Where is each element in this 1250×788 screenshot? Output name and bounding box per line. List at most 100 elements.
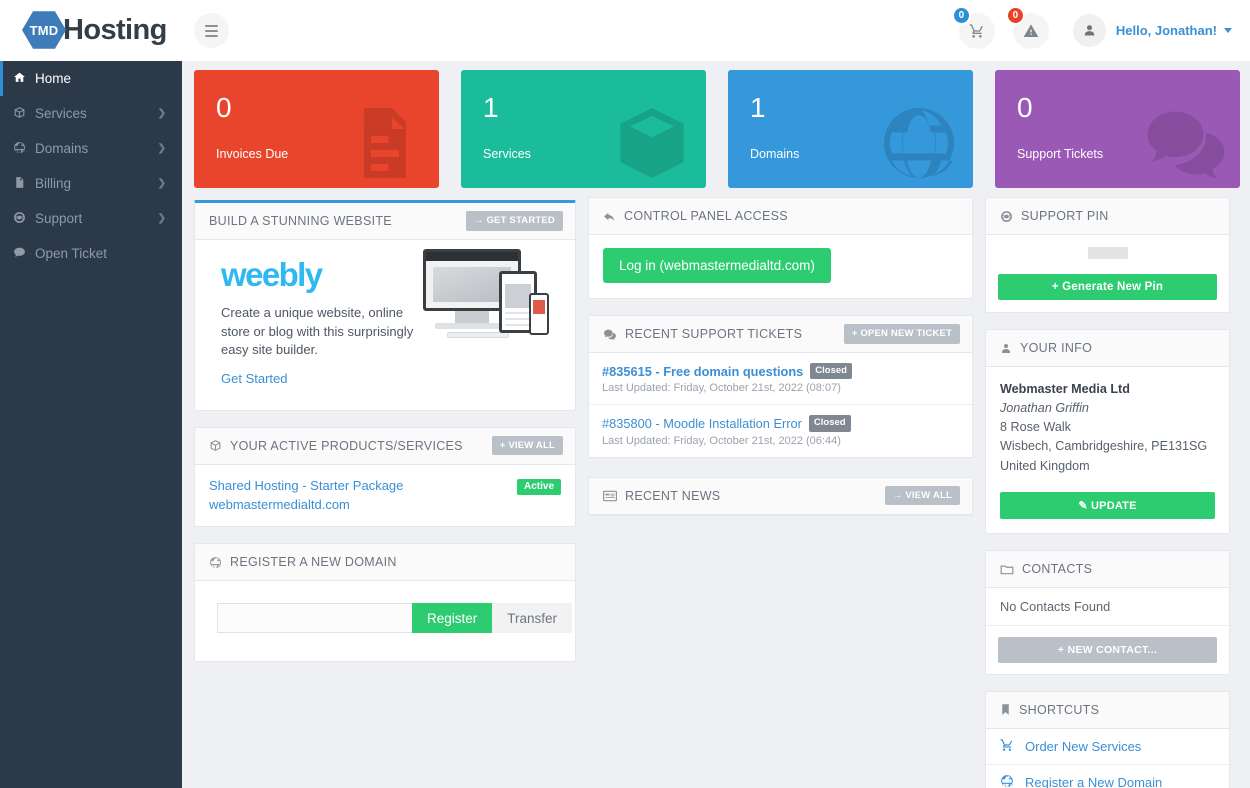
stat-card-invoices-due[interactable]: 0 Invoices Due [194,70,439,188]
support-pin-value [1087,247,1128,259]
contacts-header: CONTACTS [986,550,1229,588]
ticket-row[interactable]: #835615 - Free domain questions Closed Las… [589,353,972,406]
menu-toggle-button[interactable] [194,13,229,48]
bookmark-icon [1002,704,1009,715]
domain-search-input[interactable] [217,603,412,634]
stat-card-support-tickets[interactable]: 0 Support Tickets [995,70,1240,188]
chevron-right-icon: ❯ [157,213,166,224]
stat-card-services[interactable]: 1 Services [461,70,706,188]
sidebar-item-label: Open Ticket [35,245,108,261]
get-started-button[interactable]: → GET STARTED [465,211,563,231]
warning-triangle-icon [1023,23,1039,37]
reply-arrow-icon [604,212,615,221]
devices-illustration [421,249,553,345]
website-builder-panel: BUILD A STUNNING WEBSITE → GET STARTED w… [194,200,576,411]
open-new-ticket-button[interactable]: + OPEN NEW TICKET [843,324,960,344]
info-person: Jonathan Griffin [1000,401,1089,416]
avatar[interactable] [1072,14,1106,47]
sidebar-item-home[interactable]: Home [0,61,182,96]
home-icon [13,71,35,87]
sidebar-item-label: Domains [35,140,89,156]
register-domain-title-text: REGISTER A NEW DOMAIN [230,555,397,570]
user-menu[interactable]: Hello, Jonathan! [1116,23,1232,38]
control-panel-access-title-text: CONTROL PANEL ACCESS [624,209,788,223]
stat-card-domains[interactable]: 1 Domains [728,70,973,188]
sidebar-item-open-ticket[interactable]: Open Ticket [0,236,182,271]
main-content: 0 Invoices Due 1 Services 1 Domains 0 Support T… [182,61,1250,788]
alert-badge: 0 [1005,5,1025,25]
cart-icon [969,23,983,38]
cart-button[interactable]: 0 [951,5,995,49]
stat-label: Invoices Due [216,147,289,161]
brand-logo[interactable]: TMD Hosting [22,9,167,51]
new-contact-button[interactable]: + NEW CONTACT... [998,636,1217,663]
product-name[interactable]: Shared Hosting - Starter Package webmaste… [209,477,403,515]
shortcut-label: Order New Services [1025,738,1142,754]
active-products-panel: YOUR ACTIVE PRODUCTS/SERVICES + VIEW ALL… [194,426,576,528]
view-all-products-button[interactable]: + VIEW ALL [491,435,563,456]
shortcut-register-a-new-domain[interactable]: Register a New Domain [986,765,1229,788]
shortcut-order-new-services[interactable]: Order New Services [986,729,1229,765]
website-builder-header: BUILD A STUNNING WEBSITE → GET STARTED [195,203,575,240]
sidebar-item-support[interactable]: Support ❯ [0,201,182,236]
globe-icon [13,141,35,157]
sidebar-item-label: Support [35,210,83,226]
right-column: SUPPORT PIN + Generate New Pin YOUR INFO… [985,197,1230,788]
product-row[interactable]: Shared Hosting - Starter Package webmaste… [195,465,575,527]
ticket-row[interactable]: #835800 - Moodle Installation Error Close… [589,405,972,456]
stat-cards: 0 Invoices Due 1 Services 1 Domains 0 Support T… [194,70,1240,188]
generate-new-pin-button[interactable]: + Generate New Pin [998,274,1217,300]
info-address-2: Wisbech, Cambridgeshire, PE131SG [1000,439,1208,454]
update-info-button[interactable]: ✎ UPDATE [1000,491,1215,519]
chevron-right-icon: ❯ [157,143,166,154]
cpanel-login-button[interactable]: Log in (webmastermedialtd.com) [603,248,831,283]
sidebar-item-services[interactable]: Services ❯ [0,96,182,131]
comments-icon [1144,101,1228,188]
chevron-right-icon: ❯ [157,108,166,119]
sidebar-item-domains[interactable]: Domains ❯ [0,131,182,166]
view-all-news-button[interactable]: → VIEW ALL [884,485,960,506]
register-button[interactable]: Register [412,603,493,634]
cart-badge: 0 [951,5,971,25]
weebly-get-started-link[interactable]: Get Started [221,371,287,386]
shortcuts-header: SHORTCUTS [986,691,1229,729]
contacts-title-text: CONTACTS [1022,561,1093,576]
stat-label: Services [483,147,531,161]
recent-support-tickets-title: RECENT SUPPORT TICKETS [603,327,802,341]
ticket-title[interactable]: #835615 - Free domain questions [602,364,803,379]
sidebar-item-label: Billing [35,175,72,191]
user-icon [1002,343,1010,353]
tmd-hexagon-icon: TMD [22,10,66,50]
greeting-label: Hello, Jonathan! [1115,23,1217,38]
weebly-description: Create a unique website, online store or… [221,305,414,358]
alerts-button[interactable]: 0 [1005,5,1049,49]
folder-icon [1000,565,1014,574]
control-panel-access-header: CONTROL PANEL ACCESS [589,198,972,235]
active-products-title: YOUR ACTIVE PRODUCTS/SERVICES [209,439,463,453]
top-bar-actions: 0 0 Hello, Jonathan! [951,0,1236,61]
your-info-title-text: YOUR INFO [1020,341,1093,355]
support-pin-header: SUPPORT PIN [986,198,1229,235]
your-info-title: YOUR INFO [1000,341,1092,355]
comment-icon [13,246,35,262]
recent-support-tickets-title-text: RECENT SUPPORT TICKETS [625,327,803,341]
globe-icon [210,557,221,568]
recent-support-tickets-panel: RECENT SUPPORT TICKETS + OPEN NEW TICKET… [588,315,973,458]
sidebar-item-billing[interactable]: Billing ❯ [0,166,182,201]
shortcuts-title-text: SHORTCUTS [1019,702,1100,717]
control-panel-access-panel: CONTROL PANEL ACCESS Log in (webmasterme… [588,197,973,299]
active-products-header: YOUR ACTIVE PRODUCTS/SERVICES + VIEW ALL [195,427,575,465]
ticket-title[interactable]: #835800 - Moodle Installation Error [602,416,802,431]
left-column: BUILD A STUNNING WEBSITE → GET STARTED w… [194,200,576,663]
user-icon [1084,25,1095,36]
comments-icon [604,329,616,340]
box-icon [13,106,35,122]
transfer-button[interactable]: Transfer [492,603,573,634]
invoice-icon [343,101,427,188]
ticket-updated: Last Updated: Friday, October 21st, 2022… [602,434,841,447]
info-country: United Kingdom [1000,458,1090,473]
stat-value: 1 [483,92,499,123]
support-pin-panel: SUPPORT PIN + Generate New Pin [985,197,1230,313]
globe-icon [877,101,961,188]
control-panel-access-title: CONTROL PANEL ACCESS [603,209,788,223]
